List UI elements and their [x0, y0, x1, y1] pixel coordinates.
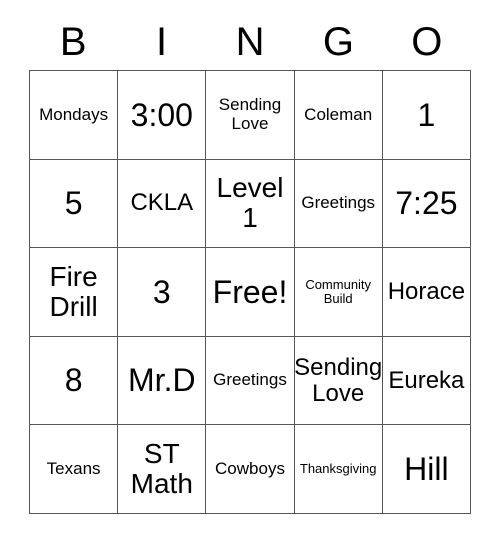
bingo-cell[interactable]: Sending Love — [206, 71, 295, 160]
bingo-header-letter-n: N — [235, 20, 265, 64]
bingo-cell-label: Mondays — [39, 104, 109, 124]
bingo-cell[interactable]: Eureka — [382, 336, 471, 426]
bingo-header-letter-g: G — [322, 20, 354, 64]
bingo-header-row: BINGO — [29, 14, 471, 70]
bingo-cell-label: Mr.D — [128, 362, 196, 399]
bingo-cell-label: 1 — [417, 96, 436, 133]
bingo-free-space-cell[interactable]: Free! — [206, 248, 295, 337]
bingo-cell[interactable]: Greetings — [206, 336, 295, 426]
bingo-cell-label: Level 1 — [216, 172, 284, 234]
bingo-cell[interactable]: CKLA — [118, 159, 207, 249]
bingo-cell-label: Horace — [387, 278, 466, 306]
bingo-cell[interactable]: Hill — [382, 425, 471, 514]
bingo-grid: Mondays 3:00 Sending Love Coleman 1 5 CKLA Leve… — [29, 70, 471, 514]
bingo-cell-label: 8 — [64, 362, 83, 399]
bingo-cell[interactable]: Coleman — [294, 71, 383, 160]
bingo-cell-label: Coleman — [304, 104, 373, 124]
bingo-cell-label: Eureka — [388, 366, 465, 394]
bingo-cell[interactable]: Thanksgiving — [294, 425, 383, 514]
bingo-cell[interactable]: Horace — [382, 248, 471, 337]
bingo-cell[interactable]: Texans — [30, 425, 119, 514]
bingo-cell-label: 3 — [152, 273, 171, 310]
bingo-cell[interactable]: Greetings — [294, 159, 383, 249]
bingo-cell-label: CKLA — [130, 189, 194, 217]
bingo-cell[interactable]: Sending Love — [294, 336, 383, 426]
bingo-cell-label: Thanksgiving — [299, 461, 377, 477]
bingo-cell[interactable]: Mondays — [30, 71, 119, 160]
bingo-header-letter-b: B — [59, 20, 87, 64]
bingo-cell[interactable]: 3 — [118, 248, 207, 337]
bingo-cell-label: Community Build — [305, 276, 372, 306]
bingo-cell-label: 5 — [64, 185, 83, 222]
bingo-cell[interactable]: Cowboys — [206, 425, 295, 514]
bingo-cell-label: Sending Love — [294, 353, 383, 407]
bingo-cell-label: ST Math — [130, 437, 193, 500]
bingo-cell[interactable]: 3:00 — [118, 71, 207, 160]
bingo-card: B I N G O Mondays 3:00 Sending Love Coleman 1 5 CK… — [29, 14, 471, 514]
bingo-cell[interactable]: 7:25 — [382, 159, 471, 249]
bingo-cell-label: Greetings — [301, 193, 376, 213]
bingo-cell[interactable]: 5 — [30, 159, 119, 249]
bingo-header-letter-o: O — [411, 20, 443, 64]
bingo-cell[interactable]: Community Build — [294, 248, 383, 337]
bingo-cell-label: Texans — [46, 459, 101, 478]
bingo-cell-label: Hill — [404, 450, 449, 487]
bingo-cell-label: Free! — [212, 273, 288, 310]
bingo-cell[interactable]: Fire Drill — [30, 248, 119, 337]
bingo-cell[interactable]: 8 — [30, 336, 119, 426]
bingo-header-letter-i: I — [156, 20, 168, 64]
bingo-cell-label: Greetings — [213, 370, 287, 390]
bingo-cell-label: 7:25 — [395, 185, 458, 222]
bingo-cell-label: 3:00 — [130, 96, 193, 133]
bingo-cell-label: Sending Love — [218, 95, 282, 133]
bingo-cell[interactable]: Mr.D — [118, 336, 207, 426]
bingo-cell-label: Cowboys — [215, 459, 285, 478]
bingo-cell[interactable]: Level 1 — [206, 159, 295, 249]
bingo-cell[interactable]: 1 — [382, 71, 471, 160]
bingo-cell-label: Fire Drill — [49, 260, 98, 322]
bingo-cell[interactable]: ST Math — [118, 425, 207, 514]
